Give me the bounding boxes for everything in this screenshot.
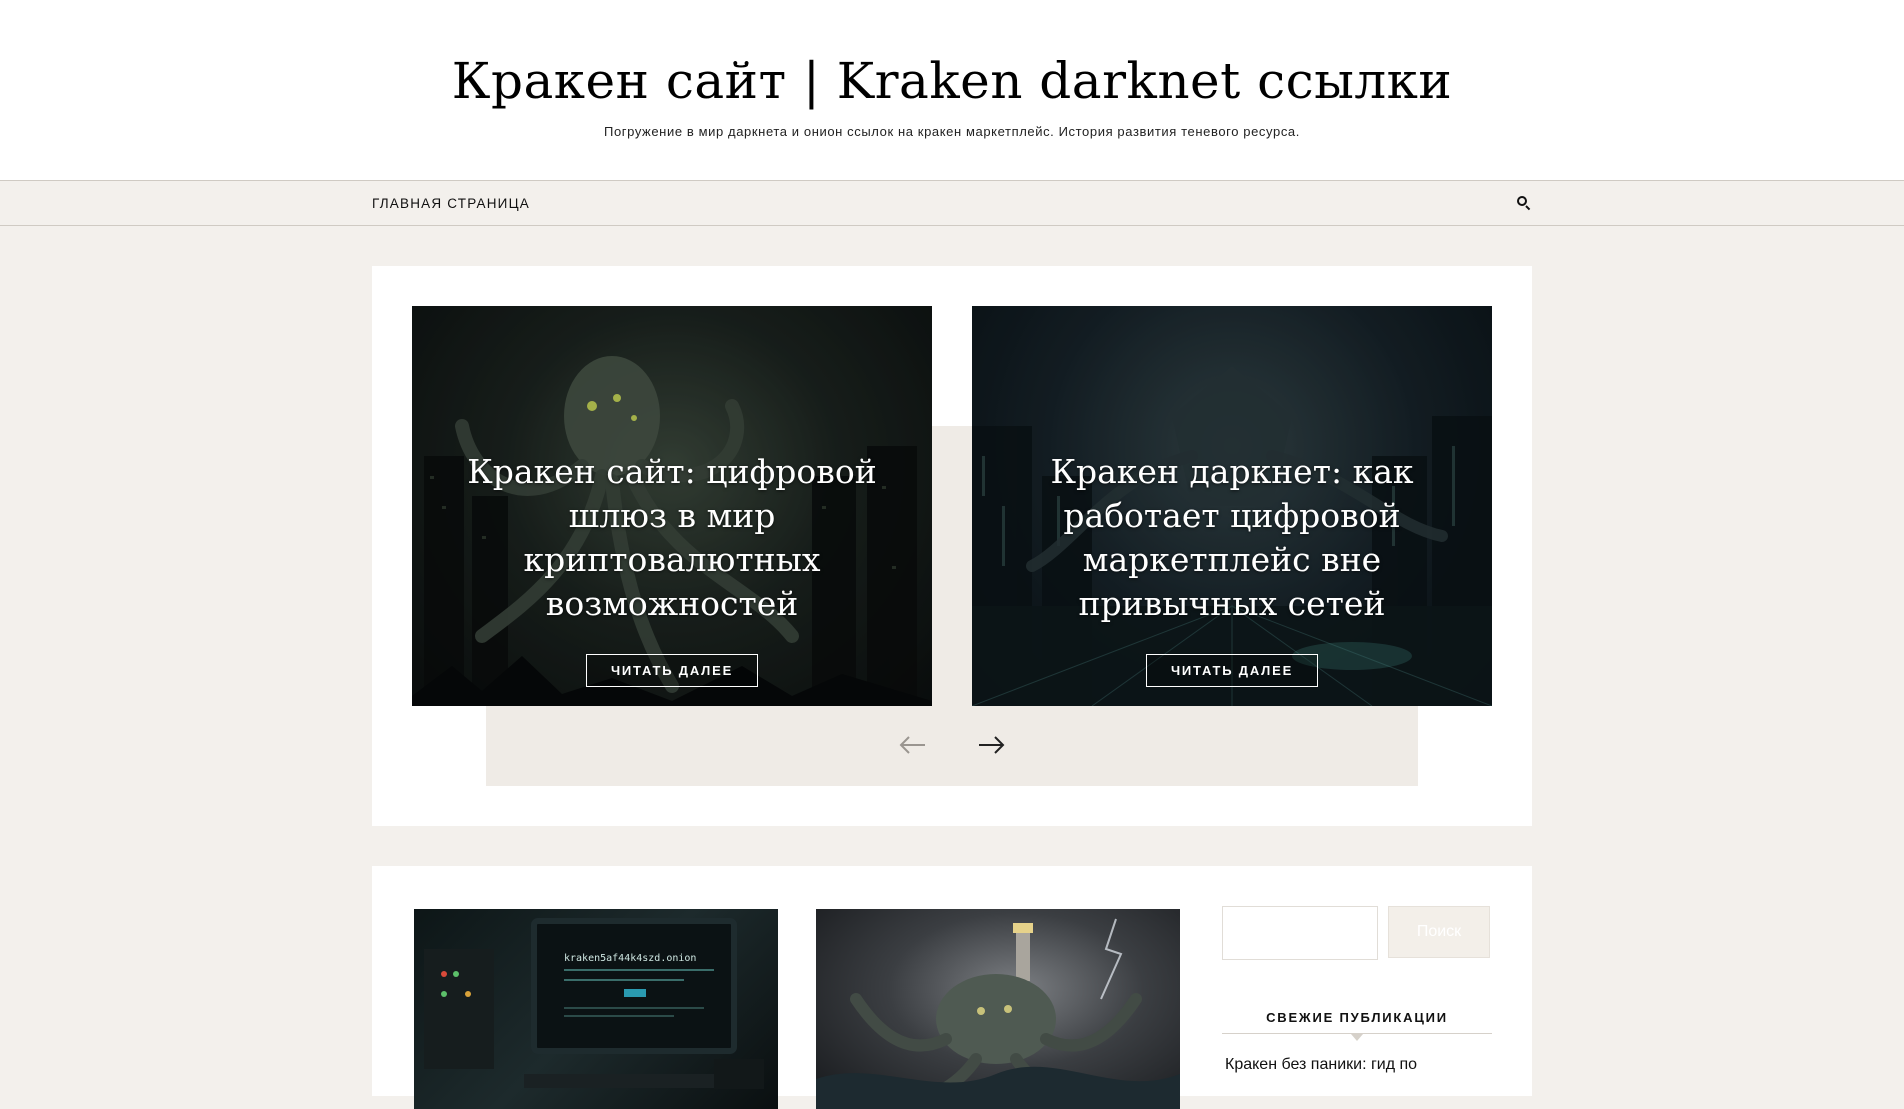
post-2-image <box>816 918 1180 1109</box>
slide-1[interactable]: Кракен сайт: цифровой шлюз в мир криптов… <box>412 306 932 706</box>
search-input[interactable] <box>1222 906 1378 960</box>
search-icon[interactable] <box>1516 195 1532 211</box>
search-button[interactable]: Поиск <box>1388 906 1490 958</box>
slide-1-read-more-button[interactable]: ЧИТАТЬ ДАЛЕЕ <box>585 654 759 687</box>
title-pointer-icon <box>1351 1034 1363 1041</box>
site-title[interactable]: Кракен сайт | Kraken darknet ссылки <box>0 52 1904 110</box>
recent-posts-title: СВЕЖИЕ ПУБЛИКАЦИИ <box>1222 1010 1492 1041</box>
nav-item-home[interactable]: ГЛАВНАЯ СТРАНИЦА <box>372 196 530 211</box>
sidebar-search-form: Поиск <box>1222 906 1492 960</box>
post-1-screen-text: kraken5af44k4szd.onion <box>564 953 696 964</box>
slide-2-read-more-button[interactable]: ЧИТАТЬ ДАЛЕЕ <box>1145 654 1319 687</box>
slide-2[interactable]: Кракен даркнет: как работает цифровой ма… <box>972 306 1492 706</box>
arrow-right-icon[interactable] <box>976 732 1006 758</box>
slide-2-title[interactable]: Кракен даркнет: как работает цифровой ма… <box>1002 450 1462 626</box>
recent-post-link[interactable]: Кракен без паники: гид по <box>1222 1056 1492 1074</box>
arrow-left-icon[interactable] <box>898 732 928 758</box>
post-thumbnail-2[interactable] <box>816 909 1180 1109</box>
post-thumbnail-1[interactable]: kraken5af44k4szd.onion <box>414 909 778 1109</box>
slide-1-title[interactable]: Кракен сайт: цифровой шлюз в мир криптов… <box>442 450 902 626</box>
main-navigation: ГЛАВНАЯ СТРАНИЦА <box>0 180 1904 226</box>
post-1-image: kraken5af44k4szd.onion <box>424 918 764 1089</box>
site-header: Кракен сайт | Kraken darknet ссылки Погр… <box>0 0 1904 180</box>
site-tagline: Погружение в мир даркнета и онион ссылок… <box>604 124 1300 139</box>
sidebar: Поиск СВЕЖИЕ ПУБЛИКАЦИИ Кракен без паник… <box>1222 906 1492 1074</box>
